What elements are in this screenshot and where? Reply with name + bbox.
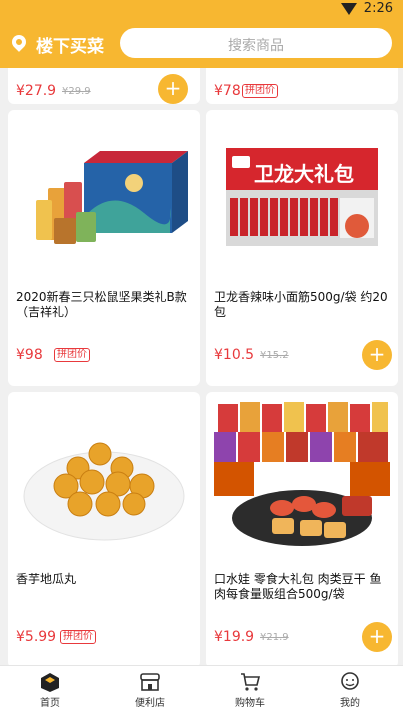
- product-price: ¥5.99: [16, 629, 57, 645]
- store-icon: [139, 672, 161, 692]
- product-title[interactable]: 口水娃 零食大礼包 肉类豆干 鱼肉每食量贩组合500g/袋: [214, 572, 392, 602]
- product-original-price: ¥15.2: [260, 350, 289, 361]
- group-buy-badge: 拼团价: [60, 630, 96, 644]
- search-input[interactable]: 搜索商品: [120, 28, 392, 58]
- add-to-cart-button[interactable]: +: [362, 622, 392, 652]
- cart-icon: [239, 672, 261, 692]
- product-card[interactable]: 香芋地瓜丸 ¥5.99 拼团价: [8, 392, 200, 665]
- product-card[interactable]: 2020新春三只松鼠坚果类礼B款（吉祥礼） ¥98 拼团价: [8, 110, 200, 386]
- product-original-price: ¥21.9: [260, 632, 289, 643]
- add-to-cart-button[interactable]: +: [158, 74, 188, 104]
- tab-label: 购物车: [235, 698, 265, 709]
- product-card-partial-left[interactable]: ¥27.9 ¥29.9 +: [8, 68, 200, 104]
- tab-home[interactable]: 首页: [0, 666, 100, 715]
- product-price: ¥78: [214, 83, 241, 99]
- tab-label: 首页: [40, 698, 60, 709]
- store-name[interactable]: 楼下买菜: [36, 32, 104, 57]
- app-header: 楼下买菜 搜索商品: [0, 20, 403, 68]
- tab-cart[interactable]: 购物车: [200, 666, 300, 715]
- product-image-nut-gift-box[interactable]: [14, 118, 194, 278]
- home-icon: [39, 672, 61, 692]
- product-image-weilong-gift-pack[interactable]: 卫龙大礼包: [212, 118, 392, 278]
- product-image-taro-balls[interactable]: [14, 400, 194, 560]
- search-placeholder: 搜索商品: [228, 38, 284, 54]
- product-image-snack-gift-pack[interactable]: [212, 400, 392, 560]
- product-card[interactable]: 卫龙大礼包 卫龙香辣味小面筋500g/袋 约20包 ¥10.5 ¥15.2 +: [206, 110, 398, 386]
- tab-convenience-store[interactable]: 便利店: [100, 666, 200, 715]
- status-bar: 2:26: [0, 0, 403, 20]
- tab-label: 便利店: [135, 698, 165, 709]
- status-time: 2:26: [363, 1, 393, 16]
- wifi-icon: [341, 3, 357, 15]
- product-feed[interactable]: ¥27.9 ¥29.9 + ¥78 拼团价 2020新春三只松鼠坚果类礼B款（吉…: [0, 68, 403, 665]
- package-brand-text: 卫龙大礼包: [254, 162, 354, 186]
- product-title[interactable]: 2020新春三只松鼠坚果类礼B款（吉祥礼）: [16, 290, 194, 320]
- product-price: ¥19.9: [214, 629, 255, 645]
- group-buy-badge: 拼团价: [242, 84, 278, 98]
- location-pin-icon[interactable]: [9, 32, 29, 52]
- add-to-cart-button[interactable]: +: [362, 340, 392, 370]
- product-price: ¥98: [16, 347, 43, 363]
- product-card-partial-right[interactable]: ¥78 拼团价: [206, 68, 398, 104]
- tab-profile[interactable]: 我的: [300, 666, 400, 715]
- product-title[interactable]: 卫龙香辣味小面筋500g/袋 约20包: [214, 290, 392, 320]
- product-original-price: ¥29.9: [62, 86, 91, 97]
- profile-icon: [339, 672, 361, 692]
- product-card[interactable]: 口水娃 零食大礼包 肉类豆干 鱼肉每食量贩组合500g/袋 ¥19.9 ¥21.…: [206, 392, 398, 665]
- tab-label: 我的: [340, 698, 360, 709]
- group-buy-badge: 拼团价: [54, 348, 90, 362]
- product-price: ¥10.5: [214, 347, 255, 363]
- product-title[interactable]: 香芋地瓜丸: [16, 572, 194, 587]
- product-price: ¥27.9: [16, 83, 57, 99]
- bottom-tab-bar: 首页 便利店 购物车 我的: [0, 665, 403, 715]
